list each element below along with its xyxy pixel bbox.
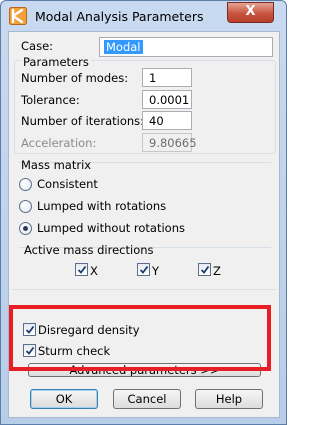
radio-lumped-without-rotations-label[interactable]: Lumped without rotations — [37, 221, 185, 235]
ok-label: OK — [55, 392, 73, 406]
help-label: Help — [215, 392, 243, 406]
help-button[interactable]: Help — [195, 389, 263, 409]
check-icon — [139, 265, 149, 274]
mass-matrix-title: Mass matrix — [21, 158, 92, 172]
ok-button[interactable]: OK — [30, 389, 98, 409]
window-title: Modal Analysis Parameters — [35, 9, 204, 24]
radio-consistent[interactable] — [19, 178, 32, 191]
num-iterations-input[interactable]: 40 — [142, 111, 192, 130]
checkbox-x-label[interactable]: X — [90, 264, 98, 278]
num-modes-label: Number of modes: — [21, 71, 129, 85]
case-input[interactable]: Modal — [99, 37, 273, 57]
annotation-highlight-box — [9, 305, 271, 371]
radio-consistent-label[interactable]: Consistent — [37, 177, 98, 191]
radio-selected-dot — [23, 226, 28, 231]
checkbox-z[interactable] — [198, 263, 211, 276]
check-icon — [77, 265, 87, 274]
title-bar[interactable]: Modal Analysis Parameters X — [1, 1, 286, 31]
dialog-window: Modal Analysis Parameters X Case: Modal … — [0, 0, 287, 425]
options-divider — [12, 289, 276, 290]
cancel-label: Cancel — [127, 392, 167, 406]
checkbox-z-label[interactable]: Z — [213, 264, 221, 278]
radio-lumped-with-rotations[interactable] — [19, 200, 32, 213]
acceleration-label: Acceleration: — [21, 136, 97, 150]
radio-lumped-with-rotations-label[interactable]: Lumped with rotations — [37, 199, 166, 213]
cancel-button[interactable]: Cancel — [113, 389, 181, 409]
parameters-title: Parameters — [21, 55, 91, 69]
close-button[interactable]: X — [227, 2, 274, 23]
directions-title: Active mass directions — [24, 243, 154, 257]
tolerance-label: Tolerance: — [21, 93, 80, 107]
case-value: Modal — [104, 40, 143, 54]
case-label: Case: — [21, 39, 54, 53]
radio-lumped-without-rotations[interactable] — [19, 222, 32, 235]
app-logo-icon — [9, 7, 27, 25]
checkbox-y[interactable] — [137, 263, 150, 276]
tolerance-input[interactable]: 0.0001 — [142, 90, 192, 109]
checkbox-x[interactable] — [75, 263, 88, 276]
num-modes-input[interactable]: 1 — [142, 68, 192, 87]
num-iterations-label: Number of iterations: — [21, 114, 145, 128]
checkbox-y-label[interactable]: Y — [152, 264, 159, 278]
close-icon: X — [245, 4, 256, 19]
check-icon — [200, 265, 210, 274]
acceleration-input: 9.80665 — [142, 133, 197, 152]
